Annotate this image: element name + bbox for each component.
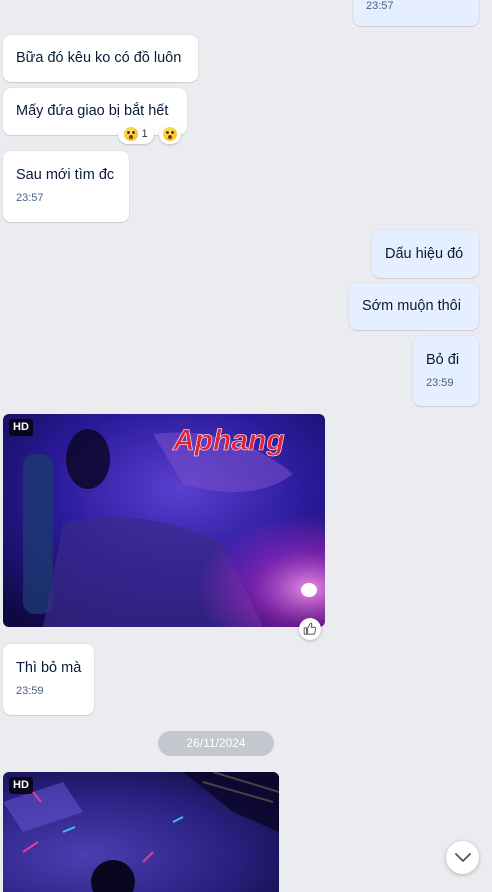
- photo-message[interactable]: HD: [3, 772, 279, 892]
- photo-image: Aphang: [3, 414, 325, 627]
- like-button[interactable]: [299, 618, 321, 640]
- message-text: Sớm muộn thôi: [362, 298, 461, 314]
- photo-image: [3, 772, 279, 892]
- message-bubble-outgoing[interactable]: Sớm muộn thôi: [349, 283, 479, 330]
- message-bubble-outgoing[interactable]: 23:57: [353, 0, 479, 26]
- message-text: Sau mới tìm đc: [16, 167, 115, 183]
- scroll-to-bottom-button[interactable]: [446, 841, 479, 874]
- photo-watermark: Aphang: [172, 424, 285, 457]
- reaction-count-badge[interactable]: 1: [118, 124, 154, 144]
- message-text: Thì bỏ mà: [16, 660, 82, 676]
- message-bubble-incoming[interactable]: Thì bỏ mà 23:59: [3, 644, 94, 715]
- date-divider: 26/11/2024: [158, 731, 274, 756]
- message-time: 23:57: [16, 192, 44, 204]
- message-text: Bữa đó kêu ko có đồ luôn: [16, 50, 182, 66]
- reaction-count: 1: [141, 128, 148, 140]
- message-text: Dấu hiệu đó: [385, 246, 464, 262]
- message-bubble-incoming[interactable]: Bữa đó kêu ko có đồ luôn: [3, 35, 198, 82]
- message-text: Mấy đứa giao bị bắt hết: [16, 103, 169, 119]
- thumbs-up-icon: [303, 622, 317, 635]
- message-time: 23:57: [366, 0, 394, 12]
- astonished-face-icon: [124, 127, 139, 141]
- message-time: 23:59: [426, 377, 454, 389]
- chevron-down-icon: [454, 852, 471, 862]
- message-time: 23:59: [16, 685, 44, 697]
- add-reaction-button[interactable]: [159, 124, 181, 144]
- hd-badge: HD: [9, 419, 33, 436]
- photo-message[interactable]: Aphang HD: [3, 414, 325, 627]
- message-text: Bỏ đi: [426, 352, 460, 368]
- hd-badge: HD: [9, 777, 33, 794]
- message-bubble-outgoing[interactable]: Dấu hiệu đó: [372, 230, 479, 278]
- message-bubble-incoming[interactable]: Sau mới tìm đc 23:57: [3, 151, 129, 222]
- astonished-face-icon: [163, 127, 177, 141]
- message-bubble-outgoing[interactable]: Bỏ đi 23:59: [413, 336, 479, 406]
